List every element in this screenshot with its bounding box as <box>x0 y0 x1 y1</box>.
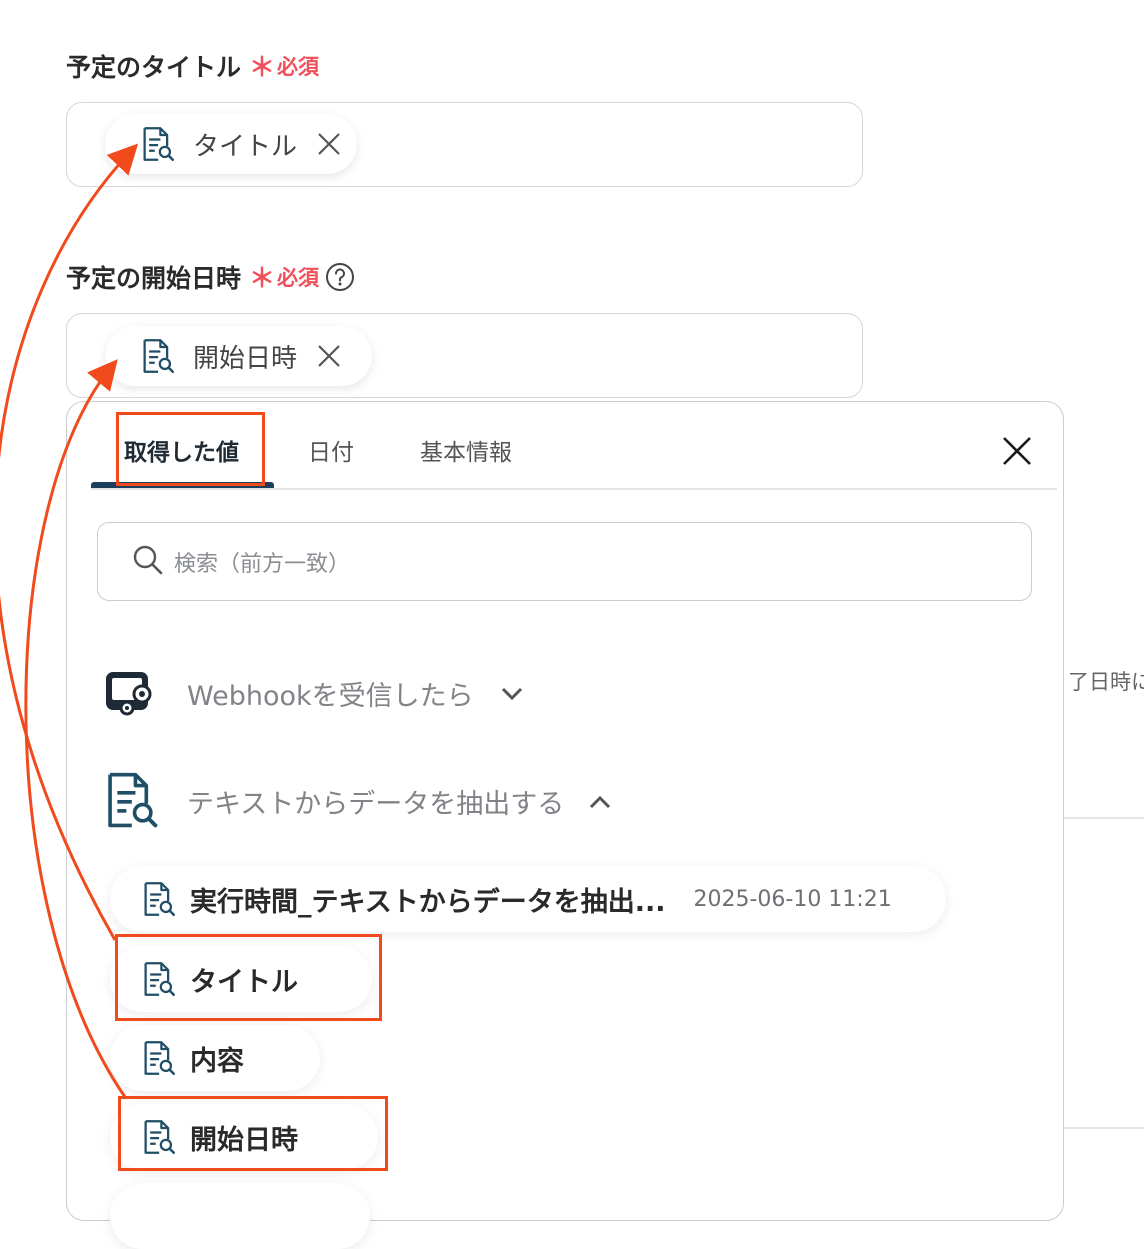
highlight-box <box>118 1096 388 1171</box>
highlight-box <box>116 412 265 486</box>
highlight-box <box>115 934 382 1021</box>
section-webhook-title: Webhookを受信したら <box>187 681 474 712</box>
help-icon[interactable] <box>325 262 355 292</box>
required-mark: ＊ <box>249 53 276 83</box>
section-text-extraction[interactable]: テキストからデータを抽出する <box>187 782 612 821</box>
start-datetime-chip[interactable]: 開始日時 <box>105 326 372 386</box>
close-icon[interactable] <box>1002 436 1032 470</box>
tab-date[interactable]: 日付 <box>308 433 354 467</box>
document-search-icon <box>140 881 176 917</box>
background-partial-text: 了日時に <box>1068 670 1144 694</box>
document-search-icon <box>139 126 175 162</box>
list-item[interactable]: 実行時間_テキストからデータを抽出... 2025-06-10 11:21 <box>110 866 946 932</box>
title-chip-label: タイトル <box>193 131 298 162</box>
chevron-down-icon <box>500 686 524 702</box>
item-label: 実行時間_テキストからデータを抽出... <box>190 886 666 918</box>
start-field-label: 予定の開始日時 ＊ 必須 <box>66 258 355 295</box>
section-text-extraction-title: テキストからデータを抽出する <box>187 789 565 820</box>
close-icon[interactable] <box>317 132 341 156</box>
item-label: 内容 <box>190 1045 244 1077</box>
start-chip-label: 開始日時 <box>193 343 298 374</box>
document-search-icon <box>139 338 175 374</box>
search-input[interactable]: 検索（前方一致） <box>97 522 1032 601</box>
title-field-label-text: 予定のタイトル <box>66 52 242 82</box>
search-icon <box>132 544 164 580</box>
document-search-icon <box>140 1040 176 1076</box>
background-divider <box>1064 1127 1144 1129</box>
tab-divider <box>91 488 1057 490</box>
required-text: 必須 <box>277 265 320 290</box>
start-field-label-text: 予定の開始日時 <box>66 263 242 293</box>
required-text: 必須 <box>277 54 320 79</box>
tab-basic-info[interactable]: 基本情報 <box>420 433 512 467</box>
title-field-label: 予定のタイトル ＊ 必須 <box>66 47 319 84</box>
section-webhook[interactable]: Webhookを受信したら <box>187 674 524 713</box>
required-mark: ＊ <box>249 264 276 294</box>
document-search-icon <box>101 771 159 833</box>
title-chip[interactable]: タイトル <box>105 114 357 174</box>
list-item[interactable]: 内容 <box>110 1025 320 1091</box>
webhook-icon <box>104 668 156 724</box>
background-divider <box>1064 817 1144 819</box>
item-value: 2025-06-10 11:21 <box>693 886 892 912</box>
list-item[interactable] <box>110 1183 370 1249</box>
chevron-up-icon <box>588 794 612 810</box>
close-icon[interactable] <box>317 344 341 368</box>
search-placeholder: 検索（前方一致） <box>174 551 351 577</box>
